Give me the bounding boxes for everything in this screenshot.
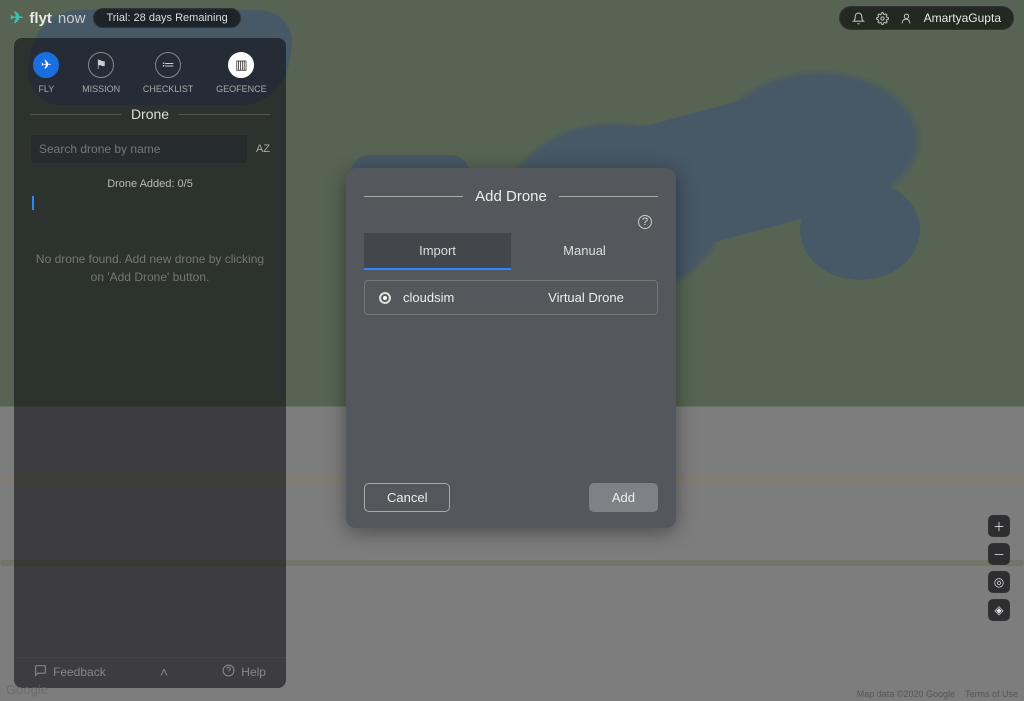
map-attribution: Map data ©2020 Google Terms of Use: [857, 689, 1018, 699]
terms-link[interactable]: Terms of Use: [965, 689, 1018, 699]
zoom-out-button[interactable]: －: [988, 543, 1010, 565]
tab-mission[interactable]: ⚑ MISSION: [82, 52, 120, 94]
feedback-icon: [34, 664, 47, 680]
locate-button[interactable]: ◎: [988, 571, 1010, 593]
map-data-text: Map data ©2020 Google: [857, 689, 955, 699]
feedback-button[interactable]: Feedback: [34, 664, 106, 680]
layers-button[interactable]: ◈: [988, 599, 1010, 621]
active-marker: [32, 196, 34, 210]
feedback-label: Feedback: [53, 665, 106, 679]
bell-icon[interactable]: [852, 11, 866, 25]
panel-footer: Feedback ˄ Help: [14, 657, 286, 688]
top-bar: ✈ flytnow Trial: 28 days Remaining Amart…: [10, 6, 1014, 30]
user-menu[interactable]: AmartyaGupta: [839, 6, 1014, 30]
sort-button[interactable]: AZ: [256, 143, 270, 155]
tab-fly[interactable]: ✈ FLY: [33, 52, 59, 94]
drone-count: Drone Added: 0/5: [14, 164, 286, 194]
user-icon: [900, 11, 914, 25]
help-button[interactable]: Help: [222, 664, 266, 680]
section-title-row: Drone: [14, 98, 286, 130]
brand-now: now: [58, 10, 86, 27]
brand-flyt: flyt: [29, 10, 52, 27]
trial-remaining: Trial: 28 days Remaining: [93, 8, 240, 28]
tab-geofence[interactable]: ▥ GEOFENCE: [216, 52, 267, 94]
search-input[interactable]: [30, 134, 248, 164]
tab-label: GEOFENCE: [216, 84, 267, 94]
modal-help-icon[interactable]: ?: [638, 215, 652, 229]
brand-logo[interactable]: ✈ flytnow: [10, 8, 85, 28]
zoom-in-button[interactable]: ＋: [988, 515, 1010, 537]
plane-icon: ✈: [41, 57, 52, 73]
gear-icon[interactable]: [876, 11, 890, 25]
tab-label: FLY: [38, 84, 54, 94]
add-drone-modal: Add Drone ? Import Manual cloudsim Virtu…: [346, 168, 676, 528]
empty-state-text: No drone found. Add new drone by clickin…: [14, 210, 286, 286]
drone-import-row[interactable]: cloudsim Virtual Drone: [364, 280, 658, 315]
tab-import[interactable]: Import: [364, 233, 511, 270]
user-name: AmartyaGupta: [924, 11, 1001, 25]
modal-title: Add Drone: [475, 188, 547, 205]
left-panel: ✈ FLY ⚑ MISSION ≔ CHECKLIST ▥ GEOFENCE D…: [14, 38, 286, 688]
geofence-icon: ▥: [235, 57, 247, 73]
drone-type: Virtual Drone: [529, 290, 643, 305]
cancel-button[interactable]: Cancel: [364, 483, 450, 512]
flag-icon: ⚑: [95, 57, 107, 73]
chevron-up-icon[interactable]: ˄: [160, 664, 168, 680]
panel-tabs: ✈ FLY ⚑ MISSION ≔ CHECKLIST ▥ GEOFENCE: [14, 38, 286, 98]
checklist-icon: ≔: [162, 57, 175, 73]
modal-tabs: Import Manual: [364, 233, 658, 270]
radio-select[interactable]: [379, 292, 391, 304]
add-button[interactable]: Add: [589, 483, 658, 512]
plane-icon: ✈: [10, 8, 23, 28]
section-title: Drone: [131, 106, 169, 122]
tab-label: MISSION: [82, 84, 120, 94]
map-controls: ＋ － ◎ ◈: [988, 515, 1010, 621]
tab-label: CHECKLIST: [143, 84, 194, 94]
tab-checklist[interactable]: ≔ CHECKLIST: [143, 52, 194, 94]
google-watermark: Google: [6, 682, 48, 697]
help-label: Help: [241, 665, 266, 679]
help-icon: [222, 664, 235, 680]
tab-manual[interactable]: Manual: [511, 233, 658, 270]
drone-name: cloudsim: [403, 290, 517, 305]
